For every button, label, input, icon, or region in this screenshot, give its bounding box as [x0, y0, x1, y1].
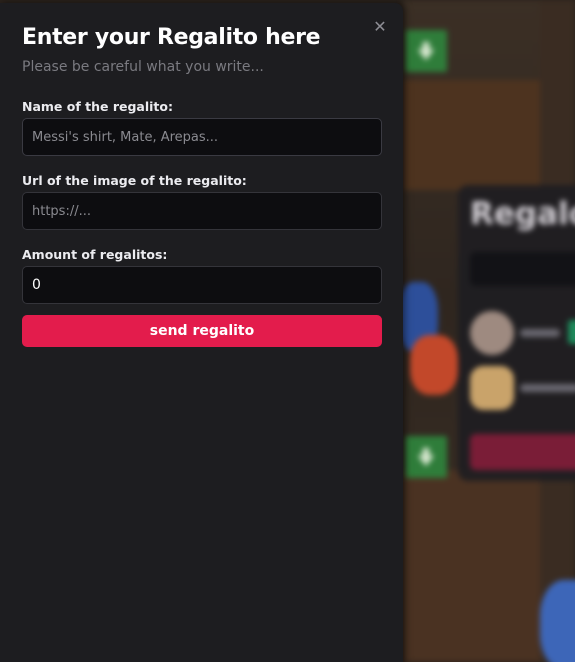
avatar	[470, 311, 514, 355]
send-regalito-button[interactable]: send regalito	[22, 315, 382, 347]
exit-sign-icon	[405, 436, 447, 478]
amount-field-label: Amount of regalitos:	[22, 247, 168, 262]
name-input[interactable]	[22, 118, 382, 156]
image-url-input[interactable]	[22, 192, 382, 230]
close-icon[interactable]: ✕	[372, 19, 388, 35]
gift-thumbnail	[470, 366, 514, 410]
status-badge	[568, 320, 575, 344]
background-card-title: Regalo	[470, 196, 575, 232]
background-text-line	[520, 329, 560, 337]
background-card-button	[470, 434, 575, 470]
background-person	[410, 335, 458, 395]
background-card-input	[470, 252, 575, 286]
image-url-field-label: Url of the image of the regalito:	[22, 173, 247, 188]
modal-title: Enter your Regalito here	[22, 25, 321, 50]
regalito-modal: ✕ Enter your Regalito here Please be car…	[0, 3, 403, 662]
name-field-label: Name of the regalito:	[22, 99, 173, 114]
app-viewport: Regalo ✕ Enter your Regalito here Please…	[0, 0, 575, 662]
exit-sign-icon	[405, 30, 447, 72]
background-text-line	[520, 384, 575, 392]
amount-input[interactable]	[22, 266, 382, 304]
background-person	[540, 580, 575, 662]
modal-subtitle: Please be careful what you write...	[22, 59, 264, 75]
